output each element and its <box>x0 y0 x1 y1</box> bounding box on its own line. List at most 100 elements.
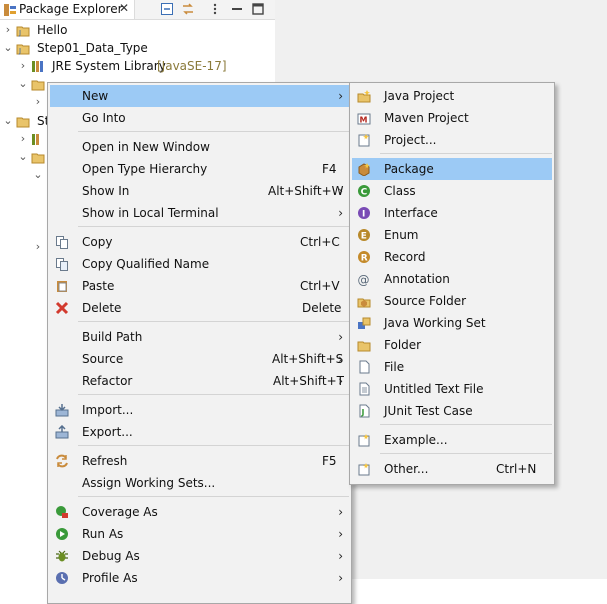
menu-item-label: Assign Working Sets... <box>82 476 216 490</box>
submenu-item-annotation[interactable]: @ Annotation <box>352 268 552 290</box>
collapse-icon[interactable]: ⌄ <box>3 39 13 57</box>
minimize-icon[interactable] <box>230 2 244 16</box>
package-explorer-tab[interactable]: Package Explorer ✕ <box>0 0 135 19</box>
submenu-item-class[interactable]: C Class <box>352 180 552 202</box>
submenu-item-package[interactable]: Package <box>352 158 552 180</box>
collapse-icon[interactable]: ⌄ <box>33 166 43 184</box>
menu-item-label: Open in New Window <box>82 140 210 154</box>
menu-item-label: Untitled Text File <box>384 382 484 396</box>
menu-item-delete[interactable]: Delete Delete <box>50 297 349 319</box>
collapse-icon[interactable]: ⌄ <box>18 148 28 166</box>
submenu-item-example[interactable]: Example... <box>352 429 552 451</box>
tree-item-child[interactable]: › <box>0 238 47 256</box>
tree-item-child[interactable]: ⌄ <box>0 148 47 166</box>
copy-qualified-icon <box>55 257 69 271</box>
submenu-item-other[interactable]: Other... Ctrl+N <box>352 458 552 480</box>
menu-item-shortcut: F4 <box>322 162 337 176</box>
expand-icon[interactable]: › <box>3 21 13 39</box>
tree-item-jre-system-library[interactable]: › JRE System Library [JavaSE-17] <box>0 57 275 75</box>
menu-item-label: Java Working Set <box>384 316 486 330</box>
menu-item-shortcut: Alt+Shift+W <box>268 184 344 198</box>
menu-item-shortcut: Alt+Shift+S <box>272 352 344 366</box>
menu-item-open-in-new-window[interactable]: Open in New Window <box>50 136 349 158</box>
submenu-item-java-project[interactable]: Java Project <box>352 85 552 107</box>
collapse-icon[interactable]: ⌄ <box>3 112 13 130</box>
svg-text:J: J <box>18 29 21 37</box>
svg-text:M: M <box>360 116 368 125</box>
submenu-item-untitled-text-file[interactable]: Untitled Text File <box>352 378 552 400</box>
expand-icon[interactable]: › <box>18 130 28 148</box>
view-menu-icon[interactable] <box>208 2 222 16</box>
menu-item-label: Refactor <box>82 374 133 388</box>
chevron-right-icon: › <box>338 330 343 344</box>
submenu-item-source-folder[interactable]: Source Folder <box>352 290 552 312</box>
submenu-item-enum[interactable]: E Enum <box>352 224 552 246</box>
link-with-editor-icon[interactable] <box>181 2 195 16</box>
chevron-right-icon: › <box>338 89 343 103</box>
close-view-icon[interactable]: ✕ <box>119 1 129 15</box>
chevron-right-icon: › <box>338 206 343 220</box>
menu-item-show-in-local-terminal[interactable]: Show in Local Terminal › <box>50 202 349 224</box>
menu-item-source[interactable]: Source Alt+Shift+S › <box>50 348 349 370</box>
delete-icon <box>55 301 69 315</box>
tree-item-child[interactable]: › <box>0 130 47 148</box>
maven-project-icon: M <box>357 111 371 125</box>
menu-item-refresh[interactable]: Refresh F5 <box>50 450 349 472</box>
menu-item-copy[interactable]: Copy Ctrl+C <box>50 231 349 253</box>
menu-item-go-into[interactable]: Go Into <box>50 107 349 129</box>
menu-item-export[interactable]: Export... <box>50 421 349 443</box>
menu-item-label: Class <box>384 184 416 198</box>
tree-item-hidden-child[interactable]: › <box>0 93 47 111</box>
menu-item-label: Import... <box>82 403 134 417</box>
submenu-item-java-working-set[interactable]: Java Working Set <box>352 312 552 334</box>
submenu-item-project[interactable]: Project... <box>352 129 552 151</box>
enum-icon: E <box>357 228 371 242</box>
menu-item-build-path[interactable]: Build Path › <box>50 326 349 348</box>
chevron-right-icon: › <box>338 505 343 519</box>
submenu-item-file[interactable]: File <box>352 356 552 378</box>
tree-item-label: Hello <box>37 23 68 37</box>
maximize-icon[interactable] <box>251 2 265 16</box>
menu-item-show-in[interactable]: Show In Alt+Shift+W › <box>50 180 349 202</box>
menu-item-copy-qualified-name[interactable]: Copy Qualified Name <box>50 253 349 275</box>
submenu-item-record[interactable]: R Record <box>352 246 552 268</box>
tree-item-step01-data-type[interactable]: ⌄ J Step01_Data_Type <box>0 39 275 57</box>
tree-item-hello[interactable]: › J Hello <box>0 21 275 39</box>
menu-item-debug-as[interactable]: Debug As › <box>50 545 349 567</box>
menu-item-label: Annotation <box>384 272 450 286</box>
tree-item-decoration: [JavaSE-17] <box>157 59 227 73</box>
menu-item-label: Folder <box>384 338 422 352</box>
tree-item-st[interactable]: ⌄ St <box>0 112 49 130</box>
menu-item-open-type-hierarchy[interactable]: Open Type Hierarchy F4 <box>50 158 349 180</box>
other-icon <box>357 462 371 476</box>
submenu-item-junit-test-case[interactable]: J JUnit Test Case <box>352 400 552 422</box>
submenu-item-folder[interactable]: Folder <box>352 334 552 356</box>
expand-icon[interactable]: › <box>18 57 28 75</box>
menu-item-label: Maven Project <box>384 111 469 125</box>
example-icon <box>357 433 371 447</box>
menu-item-refactor[interactable]: Refactor Alt+Shift+T › <box>50 370 349 392</box>
menu-item-label: Project... <box>384 133 437 147</box>
collapse-all-icon[interactable] <box>160 2 174 16</box>
tree-item-package-folder[interactable]: ⌄ <box>0 75 47 93</box>
submenu-item-interface[interactable]: I Interface <box>352 202 552 224</box>
menu-item-run-as[interactable]: Run As › <box>50 523 349 545</box>
menu-item-paste[interactable]: Paste Ctrl+V <box>50 275 349 297</box>
menu-item-profile-as[interactable]: Profile As › <box>50 567 349 589</box>
menu-item-import[interactable]: Import... <box>50 399 349 421</box>
expand-icon[interactable]: › <box>33 93 43 111</box>
menu-item-label: Go Into <box>82 111 126 125</box>
submenu-item-maven-project[interactable]: M Maven Project <box>352 107 552 129</box>
menu-item-label: Coverage As <box>82 505 158 519</box>
menu-item-label: Debug As <box>82 549 140 563</box>
collapse-icon[interactable]: ⌄ <box>18 75 28 93</box>
menu-item-coverage-as[interactable]: Coverage As › <box>50 501 349 523</box>
svg-text:E: E <box>361 232 367 242</box>
menu-item-new[interactable]: New › <box>50 85 349 107</box>
tree-item-child[interactable]: ⌄ <box>0 166 47 184</box>
menu-item-assign-working-sets[interactable]: Assign Working Sets... <box>50 472 349 494</box>
menu-item-label: Record <box>384 250 426 264</box>
tree-item-label: Step01_Data_Type <box>37 41 148 55</box>
menu-item-label: Interface <box>384 206 438 220</box>
expand-icon[interactable]: › <box>33 238 43 256</box>
